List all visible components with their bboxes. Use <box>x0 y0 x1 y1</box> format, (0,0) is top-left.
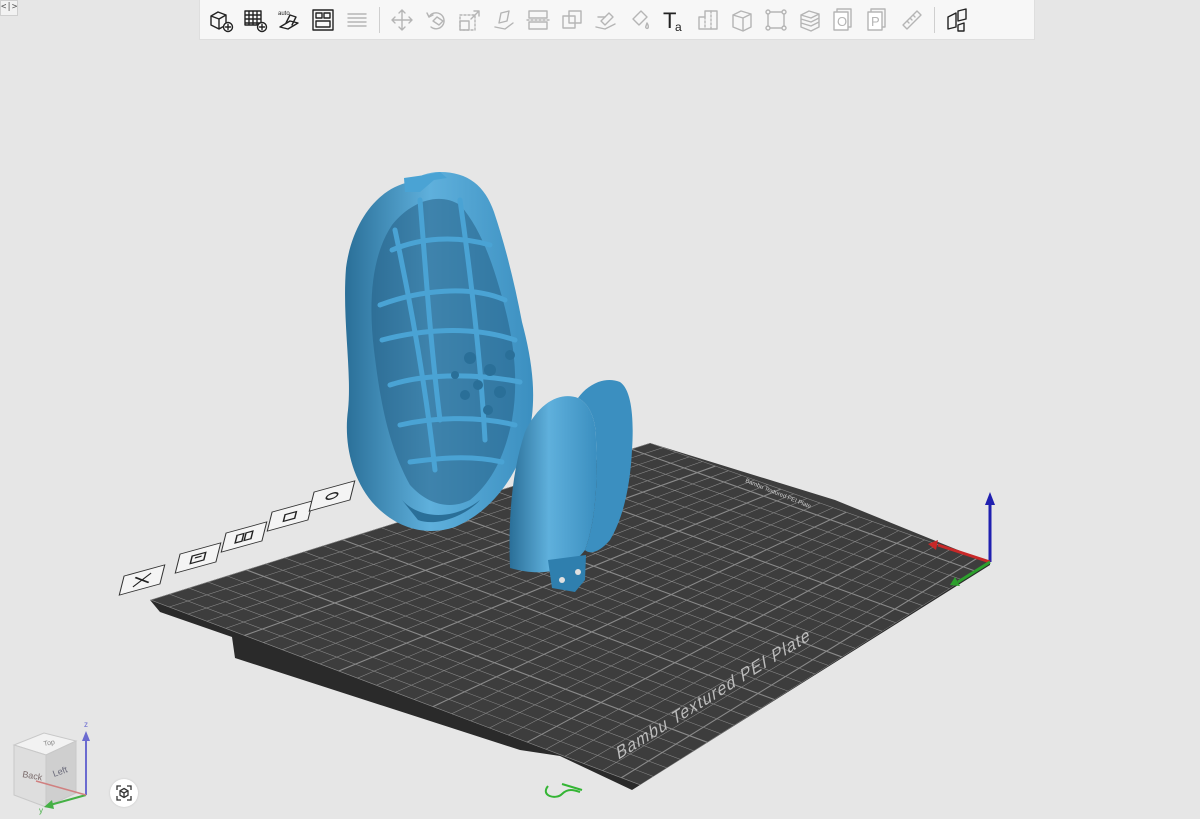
toolbar-separator <box>934 6 935 33</box>
text-emboss-icon: Ta <box>663 8 682 33</box>
boolean-button[interactable] <box>557 4 588 36</box>
bounding-box-button[interactable] <box>761 4 792 36</box>
auto-orient-icon: auto <box>278 11 299 30</box>
text-emboss-button[interactable]: Ta <box>659 4 690 36</box>
add-cube-icon <box>210 10 234 32</box>
layers-button[interactable] <box>342 4 373 36</box>
object-p-button[interactable]: P <box>863 4 894 36</box>
main-toolbar: auto Ta O P <box>199 0 1035 40</box>
layers-icon <box>347 12 367 27</box>
model-mouse-shell[interactable] <box>345 172 534 531</box>
object-p-icon: P <box>867 7 886 31</box>
svg-text:a: a <box>675 20 682 33</box>
cut-icon <box>526 9 550 30</box>
measure-icon <box>902 9 922 30</box>
lay-on-face-button[interactable] <box>489 4 520 36</box>
viewcube-z-label: z <box>84 720 88 729</box>
plate-settings-button[interactable] <box>308 480 356 512</box>
toolbar-separator <box>379 6 380 33</box>
arrange-button[interactable] <box>308 4 339 36</box>
plate-lock-button[interactable] <box>266 500 314 532</box>
view-cube[interactable]: Top Back Left z y <box>6 715 101 815</box>
plate-arrange-button[interactable] <box>220 521 268 553</box>
svg-text:auto: auto <box>278 11 290 17</box>
move-button[interactable] <box>387 4 418 36</box>
plate-orient-button[interactable] <box>174 542 222 574</box>
support-paint-button[interactable] <box>591 4 622 36</box>
svg-text:O: O <box>837 14 847 29</box>
boolean-icon <box>562 9 582 29</box>
bounding-box-icon <box>765 8 787 31</box>
camera-view-icon <box>116 785 132 801</box>
viewcube-y-label: y <box>39 806 43 815</box>
variable-layer-button[interactable] <box>795 4 826 36</box>
lay-on-face-icon <box>494 9 514 30</box>
cube-object-icon <box>732 9 752 32</box>
object-o-button[interactable]: O <box>829 4 860 36</box>
color-paint-button[interactable] <box>625 4 656 36</box>
add-plate-icon <box>244 9 268 32</box>
seam-paint-button[interactable] <box>693 4 724 36</box>
3d-viewport[interactable]: Bambu Textured PEI Plate Bambu Textured … <box>0 0 1200 815</box>
svg-text:P: P <box>871 14 880 29</box>
object-o-icon: O <box>833 7 852 31</box>
move-icon <box>391 8 413 31</box>
plate-delete-button[interactable] <box>118 564 166 596</box>
scale-button[interactable] <box>455 4 486 36</box>
arrange-icon <box>312 8 334 31</box>
assembly-icon <box>947 7 967 32</box>
camera-view-button[interactable] <box>110 779 138 807</box>
plate-front-marker <box>544 783 583 798</box>
assembly-button[interactable] <box>942 4 973 36</box>
rotate-icon <box>426 11 445 29</box>
add-plate-button[interactable] <box>240 4 271 36</box>
scene-svg: Bambu Textured PEI Plate Bambu Textured … <box>118 172 995 798</box>
scale-icon <box>459 9 480 31</box>
color-paint-icon <box>632 9 650 29</box>
variable-layer-icon <box>800 9 820 32</box>
rotate-button[interactable] <box>421 4 452 36</box>
auto-orient-button[interactable]: auto <box>274 4 305 36</box>
support-paint-icon <box>595 11 616 30</box>
panel-toggle-button[interactable]: <|> <box>0 0 18 16</box>
seam-paint-icon <box>698 9 718 30</box>
add-cube-button[interactable] <box>206 4 237 36</box>
cube-object-button[interactable] <box>727 4 758 36</box>
measure-button[interactable] <box>897 4 928 36</box>
cut-button[interactable] <box>523 4 554 36</box>
